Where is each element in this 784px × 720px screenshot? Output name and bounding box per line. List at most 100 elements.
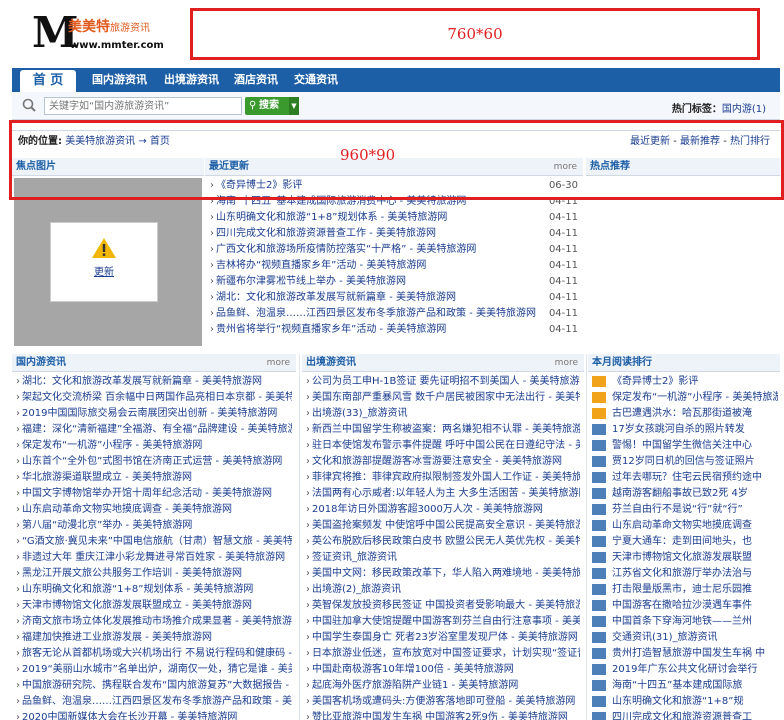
ranking-item-link[interactable]: 宁夏大通车：走到田间地头，也 (612, 536, 752, 547)
domestic-item-link[interactable]: 山东启动革命文物实地摸底调查 - 美美特旅游网 (22, 504, 232, 515)
domestic-item-link[interactable]: 天津市博物馆文化旅游发展联盟成立 - 美美特旅游网 (22, 600, 252, 611)
ranking-item-link[interactable]: 打击限量版黑市，迪士尼乐园推 (612, 584, 752, 595)
outbound-item-link[interactable]: 驻日本使馆发布警示事件提醒 呼吁中国公民在日遵纪守法 - 美美特旅游网 (312, 440, 580, 451)
nav-tab-outbound[interactable]: 出境游资讯 (164, 68, 219, 92)
outbound-item-link[interactable]: 起底海外医疗旅游陷阱产业链1 - 美美特旅游网 (312, 680, 518, 691)
ranking-item-link[interactable]: 过年去哪玩？住宅云民宿预约途中 (612, 472, 762, 483)
ranking-item-link[interactable]: 越南游客翻船事故已致2死 4岁 (612, 488, 748, 499)
ranking-item-link[interactable]: 警惕！中国留学生微信关注中心 (612, 440, 752, 451)
domestic-item-link[interactable]: 第八届“动漫北京”举办 - 美美特旅游网 (22, 520, 192, 531)
ranking-item-link[interactable]: 芬兰自由行不是说“行”就“行” (612, 504, 743, 515)
domestic-item-link[interactable]: 非遗过大年 重庆江津小彩龙舞进寻常百姓家 - 美美特旅游网 (22, 552, 285, 563)
outbound-item-link[interactable]: 出境游(2)_旅游资讯 (312, 584, 401, 595)
breadcrumb-label: 你的位置: (18, 136, 62, 147)
recent-item-link[interactable]: 品鱼鲜、泡温泉……江西四景区发布冬季旅游产品和政策 - 美美特旅游网 (216, 308, 536, 319)
recent-item-link[interactable]: 海南“十四五”基本建成国际旅游消费中心 - 美美特旅游网 (216, 196, 466, 207)
site-logo[interactable]: M 美美特旅游资讯 www.mmter.com (30, 10, 180, 60)
domestic-item-link[interactable]: 中国旅游研究院、携程联合发布“国内旅游复苏”大数据报告 - 美美特旅游网 (22, 680, 292, 691)
outbound-item-link[interactable]: 美国客机场或遭码头:方便游客落地即可登船 - 美美特旅游网 (312, 696, 575, 707)
outbound-more-link[interactable]: more (555, 354, 578, 372)
recent-more-link[interactable]: more (554, 158, 577, 176)
outbound-item-link[interactable]: 法国两有心示威者:以年轻人为主 大多生活困苦 - 美美特旅游网 (312, 488, 580, 499)
domestic-item-link[interactable]: 华北旅游渠道联盟成立 - 美美特旅游网 (22, 472, 192, 483)
hot-ranking-link[interactable]: 热门排行 (730, 136, 770, 147)
recent-item-link[interactable]: 山东明确文化和旅游“1+8”规划体系 - 美美特旅游网 (216, 212, 447, 223)
outbound-item-link[interactable]: 签证资讯_旅游资讯 (312, 552, 397, 563)
ranking-item-link[interactable]: 四川完成文化和旅游资源普查工 (612, 712, 752, 720)
domestic-item-link[interactable]: 济南文旅市场立体化发展推动市场推介成果显著 - 美美特旅游网 (22, 616, 292, 627)
domestic-item-link[interactable]: 山东明确文化和旅游“1+8”规划体系 - 美美特旅游网 (22, 584, 253, 595)
outbound-item-link[interactable]: 中国驻加拿大使馆提醒中国游客到芬兰自由行注意事项 - 美美特旅游网 (312, 616, 580, 627)
recent-item-link[interactable]: 《奇异博士2》影评 (216, 180, 302, 191)
domestic-item-link[interactable]: 2019中国国际旅交易会云南展团突出创新 - 美美特旅游网 (22, 408, 277, 419)
chevron-down-icon[interactable]: ▼ (289, 97, 299, 115)
domestic-item-link[interactable]: 品鱼鲜、泡温泉……江西四景区发布冬季旅游产品和政策 - 美美特旅游网 (22, 696, 292, 707)
ranking-item-link[interactable]: 山东明确文化和旅游“1+8”规 (612, 696, 743, 707)
recent-item-link[interactable]: 湖北：文化和旅游改革发展写就新篇章 - 美美特旅游网 (216, 292, 456, 303)
search-button-label: 搜索 (259, 100, 279, 111)
outbound-item-link[interactable]: 中国赴南极游客10年增100倍 - 美美特旅游网 (312, 664, 514, 675)
ranking-item-link[interactable]: 《奇异博士2》影评 (612, 376, 698, 387)
focus-update-link[interactable]: 更新 (94, 267, 114, 278)
outbound-item-link[interactable]: 中国学生泰国身亡 死者23岁浴室里发现尸体 - 美美特旅游网 (312, 632, 578, 643)
nav-tab-transport[interactable]: 交通资讯 (294, 68, 338, 92)
latest-recommend-link[interactable]: 最新推荐 (680, 136, 720, 147)
domestic-item-link[interactable]: 2019“美丽山水城市”名单出炉，湖南仅一处，猜它是谁 - 美美特旅游网 (22, 664, 292, 675)
ranking-item-link[interactable]: 中国游客在撒哈拉沙漠遇车事件 (612, 600, 752, 611)
domestic-more-link[interactable]: more (267, 354, 290, 372)
recent-item-link[interactable]: 四川完成文化和旅游资源普查工作 - 美美特旅游网 (216, 228, 436, 239)
ranking-item-link[interactable]: 贾12岁同日机的回信与签证照片 (612, 456, 755, 467)
ranking-item-link[interactable]: 2019年广东公共文化研讨会举行 (612, 664, 757, 675)
search-input[interactable] (44, 97, 242, 115)
outbound-item-link[interactable]: 英智保发放投资移民签证 中国投资者受影响最大 - 美美特旅游网 (312, 600, 580, 611)
domestic-item-link[interactable]: 黑龙江开展文旅公共服务工作培训 - 美美特旅游网 (22, 568, 242, 579)
recent-item-link[interactable]: 贵州省将举行“视频直播家乡年”活动 - 美美特旅游网 (216, 324, 446, 335)
ranking-item-link[interactable]: 17岁女孩跳河自杀的照片转发 (612, 424, 745, 435)
list-item: 贾12岁同日机的回信与签证照片 (592, 454, 778, 470)
recent-updates-link[interactable]: 最近更新 (630, 136, 670, 147)
outbound-item-link[interactable]: 日本旅游业低迷，宣布放宽对中国签证要求，计划实现“签证普” - 美美特旅游网 (312, 648, 580, 659)
domestic-item-link[interactable]: 中国文字博物馆举办开馆十周年纪念活动 - 美美特旅游网 (22, 488, 272, 499)
breadcrumb-path[interactable]: 美美特旅游资讯 → 首页 (65, 136, 170, 147)
outbound-item-link[interactable]: 英公布脱欧后移民政策白皮书 欧盟公民无人英优先权 - 美美特旅游网 (312, 536, 580, 547)
recent-item-link[interactable]: 新疆布尔津雾凇节线上举办 - 美美特旅游网 (216, 276, 406, 287)
outbound-item-link[interactable]: 美国盗抢案频发 中使馆呼中国公民提高安全意识 - 美美特旅游网 (312, 520, 580, 531)
domestic-item-link[interactable]: 福建：深化“清新福建”全福游、有全福“品牌建设 - 美美特旅游网 (22, 424, 292, 435)
ranking-item-link[interactable]: 贵州打造智慧旅游中国发生车祸 中 (612, 648, 765, 659)
ranking-item-link[interactable]: 海南“十四五”基本建成国际旅 (612, 680, 742, 691)
nav-tab-home[interactable]: 首 页 (20, 70, 76, 92)
ranking-item-link[interactable]: 中国首条下穿海河地铁——兰州 (612, 616, 752, 627)
domestic-item-link[interactable]: 湖北：文化和旅游改革发展写就新篇章 - 美美特旅游网 (22, 376, 262, 387)
outbound-item-link[interactable]: 2018年访日外国游客超3000万人次 - 美美特旅游网 (312, 504, 543, 515)
domestic-item-link[interactable]: 2020中国新媒体大会在长沙开幕 - 美美特旅游网 (22, 712, 237, 720)
outbound-item-link[interactable]: 新西兰中国留学生称被盗案：两名嫌犯相不认罪 - 美美特旅游网 (312, 424, 580, 435)
outbound-item-link[interactable]: 美国东南部严重暴风雪 数千户居民被困家中无法出行 - 美美特旅游网 (312, 392, 580, 403)
nav-tab-hotel[interactable]: 酒店资讯 (234, 68, 278, 92)
nav-tab-domestic[interactable]: 国内游资讯 (92, 68, 147, 92)
outbound-item-link[interactable]: 公司为员工申H-1B签证 要先证明招不到美国人 - 美美特旅游网 (312, 376, 580, 387)
ranking-item-link[interactable]: 保定发布“一机游”小程序 - 美美特旅游网 (612, 392, 778, 403)
domestic-item-link[interactable]: 旅客无论从首都机场或大兴机场出行 不易说行程码和健康码 - 美美特旅游网 (22, 648, 292, 659)
domestic-item-link[interactable]: 保定发布“一机游”小程序 - 美美特旅游网 (22, 440, 202, 451)
ranking-item-link[interactable]: 江苏省文化和旅游厅举办法治与 (612, 568, 752, 579)
ranking-item-link[interactable]: 天津市博物馆文化旅游发展联盟 (612, 552, 752, 563)
ranking-item-link[interactable]: 交通资讯(31)_旅游资讯 (612, 632, 718, 643)
recent-item-link[interactable]: 广西文化和旅游场所疫情防控落实“十严格” - 美美特旅游网 (216, 244, 476, 255)
top-ad-banner[interactable]: 760*60 (190, 8, 760, 60)
outbound-item-link[interactable]: 出境游(33)_旅游资讯 (312, 408, 408, 419)
outbound-item-link[interactable]: 赞比亚旅游中国发生车祸 中国游客2死9伤 - 美美特旅游网 (312, 712, 568, 720)
domestic-item-link[interactable]: 架起文化交流桥梁 百余幅中日两国作品亮相日本京都 - 美美特旅游网 (22, 392, 292, 403)
domestic-item-link[interactable]: 福建加快推进工业旅游发展 - 美美特旅游网 (22, 632, 212, 643)
recent-item-link[interactable]: 吉林将办“视频直播家乡年”活动 - 美美特旅游网 (216, 260, 426, 271)
outbound-item-link[interactable]: 菲律宾将推：菲律宾政府拟限制签发外国人工作证 - 美美特旅游网 (312, 472, 580, 483)
ranking-item-link[interactable]: 古巴遭遇洪水：哈瓦那街道被淹 (612, 408, 752, 419)
search-button[interactable]: ⚲ 搜索 ▼ (245, 97, 299, 115)
outbound-item-link[interactable]: 美国中文网：移民政策改革下，华人陷入两难境地 - 美美特旅游网 (312, 568, 580, 579)
ranking-header: 本月阅读排行 (588, 354, 780, 372)
list-item: 新疆布尔津雾凇节线上举办 - 美美特旅游网 04-11 (210, 274, 578, 290)
domestic-item-link[interactable]: “G酒文旅·冀见未来”中国电信旅航（甘肃）智慧文旅 - 美美特旅游网 (22, 536, 292, 547)
hot-tag-link[interactable]: 国内游(1) (722, 104, 766, 115)
outbound-item-link[interactable]: 文化和旅游部提醒游客冰雪游要注意安全 - 美美特旅游网 (312, 456, 562, 467)
ranking-item-link[interactable]: 山东启动革命文物实地摸底调查 (612, 520, 752, 531)
domestic-item-link[interactable]: 山东首个“全外包”式图书馆在济南正式运营 - 美美特旅游网 (22, 456, 282, 467)
